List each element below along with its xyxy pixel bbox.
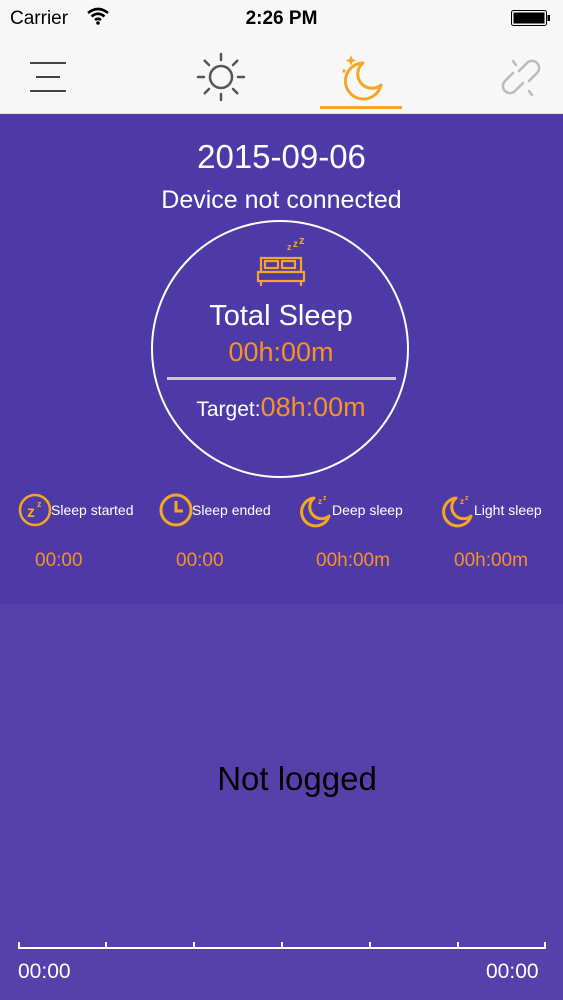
sleep-started-value: 00:00 (35, 550, 83, 571)
deep-sleep-value: 00h:00m (316, 550, 390, 571)
status-bar: Carrier 2:26 PM (0, 0, 563, 40)
timeline-end-label: 00:00 (486, 960, 539, 983)
clock-icon (159, 493, 193, 527)
svg-text:z: z (323, 495, 327, 502)
summary-divider (167, 377, 396, 380)
light-sleep-value: 00h:00m (454, 550, 528, 571)
clock-time: 2:26 PM (245, 8, 318, 29)
light-moon-icon: z z (442, 495, 473, 528)
total-sleep-value: 00h:00m (228, 337, 334, 367)
deep-sleep-label: Deep sleep (332, 502, 403, 518)
sun-icon (196, 52, 246, 101)
light-sleep-label: Light sleep (474, 502, 542, 518)
target-value: 08h:00m (260, 392, 366, 422)
active-tab-indicator (320, 106, 402, 109)
sleep-ended-label: Sleep ended (192, 502, 271, 518)
svg-text:z: z (27, 504, 35, 521)
zz-icon: z z (18, 493, 52, 527)
sleep-ended-stat: Sleep ended (158, 490, 271, 530)
bed-icon: z z z (256, 236, 306, 286)
deep-sleep-stat: z z Deep sleep (298, 490, 403, 530)
date-label[interactable]: 2015-09-06 (0, 138, 563, 176)
sleep-started-stat: z z Sleep started (17, 490, 134, 530)
not-logged-message: Not logged (217, 760, 377, 797)
link-icon (501, 59, 541, 96)
device-status-label: Device not connected (161, 186, 402, 214)
total-sleep-label: Total Sleep (209, 300, 353, 332)
timeline-axis (18, 942, 546, 949)
menu-button[interactable] (18, 40, 78, 113)
target-label: Target: (196, 398, 261, 421)
timeline-start-label: 00:00 (18, 960, 71, 983)
tab-sleep[interactable] (318, 40, 404, 113)
menu-icon (30, 61, 66, 92)
connect-button[interactable] (486, 40, 556, 113)
svg-text:z: z (293, 239, 298, 250)
svg-text:z: z (299, 236, 305, 247)
svg-text:z: z (318, 497, 322, 506)
battery-icon (511, 10, 550, 26)
sleep-ended-value: 00:00 (176, 550, 224, 571)
sleep-started-label: Sleep started (51, 502, 134, 518)
tab-activity[interactable] (186, 40, 256, 113)
target-row[interactable]: Target:08h:00m (151, 392, 411, 423)
svg-text:z: z (37, 499, 42, 509)
deep-moon-icon: z z (300, 495, 331, 528)
moon-icon (342, 54, 383, 100)
sleep-chart-panel (0, 604, 563, 1000)
svg-text:z: z (460, 497, 464, 506)
svg-text:z: z (465, 495, 469, 502)
svg-text:z: z (287, 242, 292, 252)
light-sleep-stat: z z Light sleep (440, 490, 542, 530)
nav-bar (0, 40, 563, 114)
